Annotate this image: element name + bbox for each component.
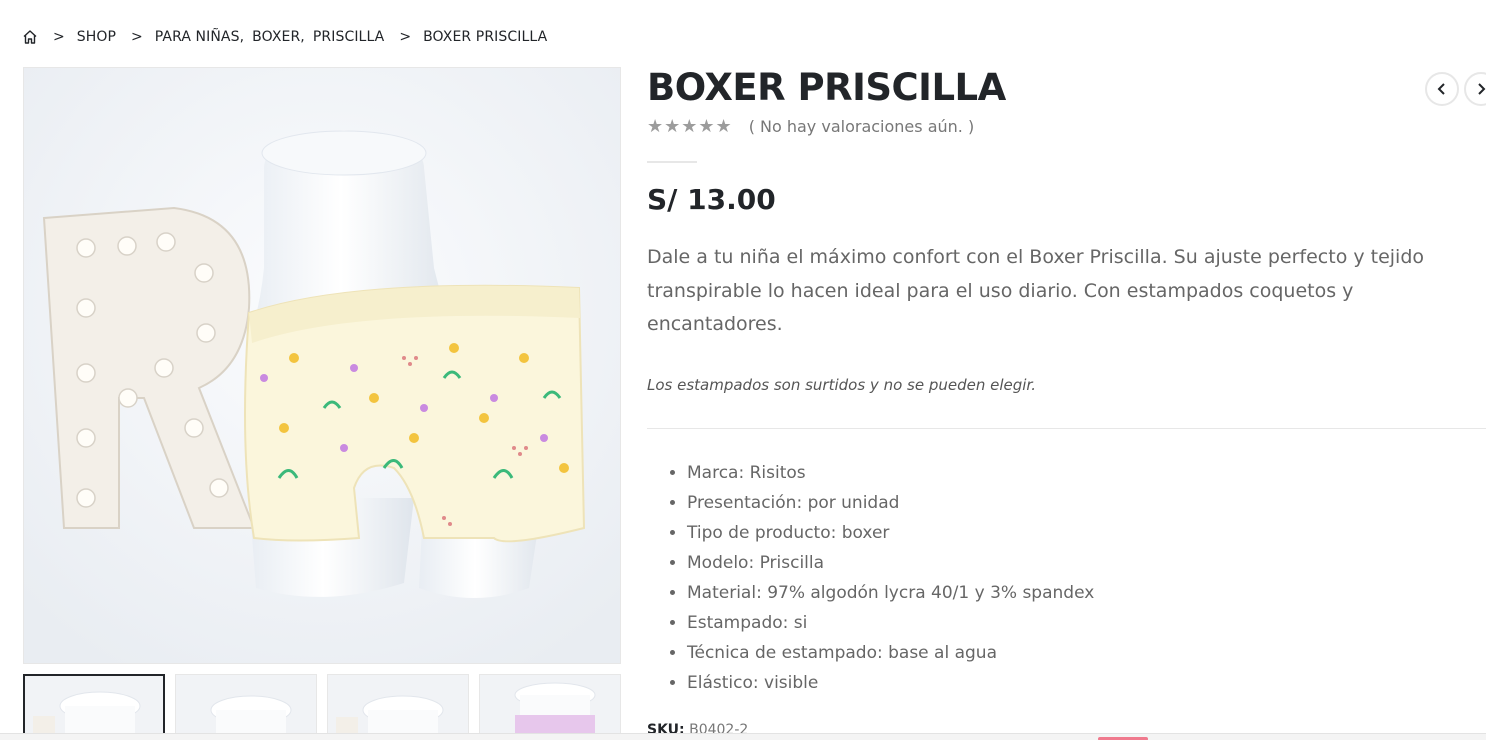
product-title: BOXER PRISCILLA <box>647 66 1006 109</box>
home-icon[interactable] <box>22 29 38 45</box>
spec-item: Tipo de producto: boxer <box>687 518 1094 548</box>
product-note: Los estampados son surtidos y no se pued… <box>647 376 1036 394</box>
spec-item: Elástico: visible <box>687 668 1094 698</box>
bottom-bar <box>0 733 1486 740</box>
spec-item: Material: 97% algodón lycra 40/1 y 3% sp… <box>687 578 1094 608</box>
product-rating: ★★★★★ ( No hay valoraciones aún. ) <box>647 116 974 137</box>
divider <box>647 428 1486 429</box>
prev-product-button[interactable] <box>1425 72 1459 106</box>
thumbnail-3[interactable] <box>327 674 469 740</box>
breadcrumb-separator: > <box>399 29 412 45</box>
spec-item: Modelo: Priscilla <box>687 548 1094 578</box>
thumbnail-strip <box>23 674 621 740</box>
thumbnail-2[interactable] <box>175 674 317 740</box>
spec-item: Marca: Risitos <box>687 458 1094 488</box>
thumbnail-1[interactable] <box>23 674 165 740</box>
product-main-image[interactable] <box>23 67 621 664</box>
breadcrumb-category-para-ninas[interactable]: PARA NIÑAS, <box>155 29 244 45</box>
breadcrumb-category-priscilla[interactable]: PRISCILLA <box>313 29 385 45</box>
thumbnail-4[interactable] <box>479 674 621 740</box>
breadcrumb-shop-link[interactable]: SHOP <box>77 29 116 45</box>
breadcrumb-category-boxer[interactable]: BOXER, <box>252 29 305 45</box>
breadcrumb-separator: > <box>53 29 65 45</box>
product-description: Dale a tu niña el máximo confort con el … <box>647 246 1425 335</box>
spec-item: Técnica de estampado: base al agua <box>687 638 1094 668</box>
breadcrumb-separator: > <box>131 29 143 45</box>
product-navigation <box>1425 72 1486 106</box>
spec-item: Presentación: por unidad <box>687 488 1094 518</box>
spec-item: Estampado: si <box>687 608 1094 638</box>
product-price: S/ 13.00 <box>647 183 776 216</box>
chevron-left-icon <box>1437 83 1445 95</box>
product-specs-list: Marca: Risitos Presentación: por unidad … <box>687 458 1094 698</box>
breadcrumb-current: BOXER PRISCILLA <box>423 29 548 45</box>
breadcrumb: > SHOP > PARA NIÑAS, BOXER, PRISCILLA > … <box>22 26 547 48</box>
divider <box>647 161 697 163</box>
chevron-right-icon <box>1478 83 1486 95</box>
star-rating-icon: ★★★★★ <box>647 116 733 137</box>
next-product-button[interactable] <box>1464 72 1486 106</box>
review-count[interactable]: ( No hay valoraciones aún. ) <box>749 117 975 136</box>
